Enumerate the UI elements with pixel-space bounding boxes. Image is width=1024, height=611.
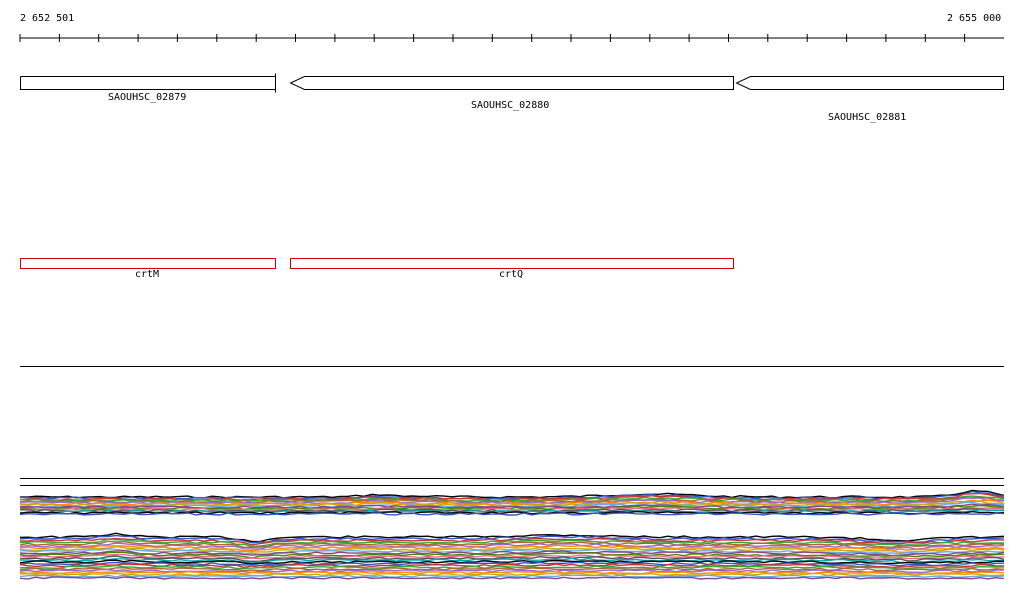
coordinate-ruler	[19, 34, 1004, 42]
coverage-track-group-2	[19, 532, 1005, 580]
coverage-line	[19, 512, 1005, 516]
coverage-line	[19, 490, 1005, 500]
feature-crtm[interactable]	[20, 258, 276, 269]
gene-saouhsc-02881[interactable]	[735, 76, 1004, 90]
gene-track	[20, 73, 1004, 93]
feature-track	[20, 258, 734, 269]
gene-saouhsc-02879[interactable]	[20, 73, 276, 93]
gene-saouhsc-02880[interactable]	[289, 76, 734, 90]
coverage-track-group-1	[19, 489, 1005, 516]
genome-browser-canvas	[19, 34, 1005, 580]
feature-crtq[interactable]	[290, 258, 734, 269]
